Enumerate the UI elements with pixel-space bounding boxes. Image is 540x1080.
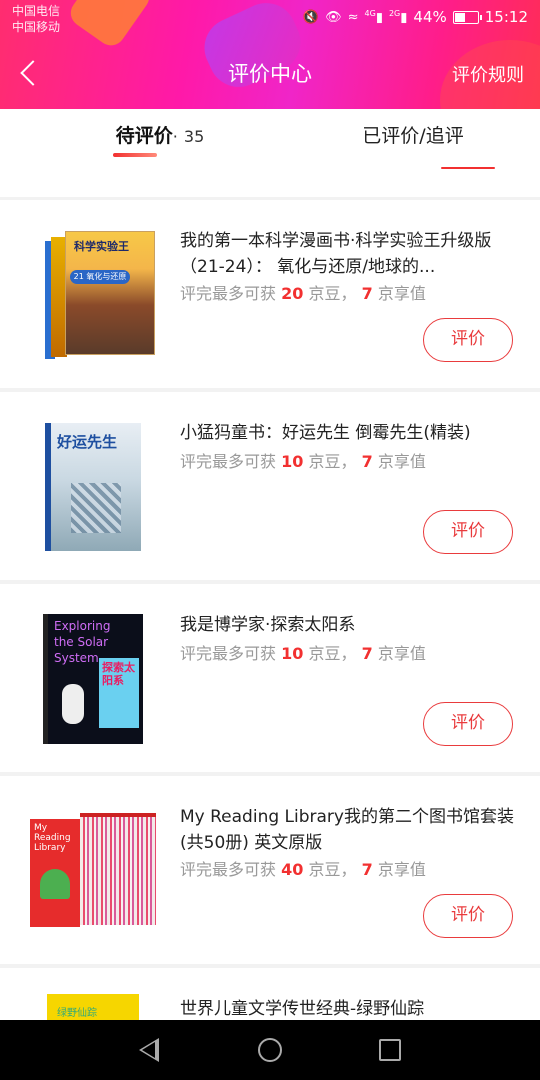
nav-bar: 评价中心 评价规则 bbox=[0, 40, 540, 109]
cover-illustration bbox=[40, 869, 70, 899]
value-unit: 京享值 bbox=[377, 284, 426, 303]
reward-text: 评完最多可获 40 京豆， 7 京享值 bbox=[180, 856, 426, 880]
cover-subtitle: 21 氧化与还原 bbox=[70, 270, 130, 284]
value-count: 7 bbox=[361, 452, 373, 471]
beans-unit: 京豆， bbox=[308, 452, 357, 471]
cover-title: 绿野仙踪 bbox=[57, 1008, 97, 1019]
wifi-icon: ≈ bbox=[347, 9, 359, 25]
tab-pending[interactable]: 待评价· 35 bbox=[60, 109, 260, 197]
tab-active-indicator bbox=[113, 153, 157, 157]
beans-unit: 京豆， bbox=[308, 860, 357, 879]
beans-count: 10 bbox=[281, 644, 304, 663]
value-unit: 京享值 bbox=[377, 644, 426, 663]
signal-icon: 2G▮ bbox=[388, 8, 408, 26]
product-thumbnail[interactable]: Exploring the Solar System 探索太阳系 bbox=[28, 610, 158, 748]
cover-title: 科学实验王 bbox=[74, 240, 129, 253]
header: 中国电信 中国移动 🔇 👁 ≈ 4G▮ 2G▮ 44% 15:12 评价中心 评… bbox=[0, 0, 540, 109]
cover-illustration bbox=[71, 483, 121, 533]
product-thumbnail[interactable]: My Reading Library bbox=[28, 802, 158, 940]
value-count: 7 bbox=[361, 644, 373, 663]
book-spines bbox=[80, 813, 156, 925]
tab-indicator bbox=[441, 167, 495, 169]
beans-count: 40 bbox=[281, 860, 304, 879]
list-item: My Reading Library My Reading Library我的第… bbox=[0, 776, 540, 964]
book-front: My Reading Library bbox=[30, 819, 80, 927]
tab-reviewed[interactable]: 已评价/追评 bbox=[318, 109, 508, 197]
value-unit: 京享值 bbox=[377, 452, 426, 471]
status-icons: 🔇 👁 ≈ 4G▮ 2G▮ 44% 15:12 bbox=[303, 8, 528, 26]
battery-percent: 44% bbox=[413, 8, 447, 26]
review-list: 科学实验王 21 氧化与还原 我的第一本科学漫画书·科学实验王升级版（21-24… bbox=[0, 200, 540, 1080]
review-button[interactable]: 评价 bbox=[423, 510, 513, 554]
reward-prefix: 评完最多可获 bbox=[180, 644, 277, 663]
product-title[interactable]: My Reading Library我的第二个图书馆套装(共50册) 英文原版 bbox=[180, 804, 520, 856]
rules-link[interactable]: 评价规则 bbox=[452, 61, 524, 87]
tab-pending-count: 35 bbox=[183, 127, 205, 146]
battery-icon bbox=[452, 10, 482, 24]
value-unit: 京享值 bbox=[377, 860, 426, 879]
reward-text: 评完最多可获 20 京豆， 7 京享值 bbox=[180, 280, 426, 304]
product-title[interactable]: 我的第一本科学漫画书·科学实验王升级版（21-24）： 氧化与还原/地球的... bbox=[180, 228, 520, 280]
product-title[interactable]: 我是博学家·探索太阳系 bbox=[180, 612, 520, 638]
beans-count: 20 bbox=[281, 284, 304, 303]
beans-unit: 京豆， bbox=[308, 284, 357, 303]
product-title[interactable]: 小猛犸童书：好运先生 倒霉先生(精装) bbox=[180, 420, 520, 446]
value-count: 7 bbox=[361, 860, 373, 879]
tab-separator: · bbox=[172, 127, 178, 146]
review-button[interactable]: 评价 bbox=[423, 894, 513, 938]
tab-reviewed-label: 已评价/追评 bbox=[362, 125, 464, 147]
product-thumbnail[interactable]: 科学实验王 21 氧化与还原 bbox=[28, 226, 158, 364]
review-button[interactable]: 评价 bbox=[423, 318, 513, 362]
reward-prefix: 评完最多可获 bbox=[180, 860, 277, 879]
carrier-info: 中国电信 中国移动 bbox=[12, 3, 60, 35]
tab-pending-text: 待评价· 35 bbox=[60, 121, 260, 148]
tab-bar: 待评价· 35 已评价/追评 bbox=[0, 109, 540, 197]
reward-text: 评完最多可获 10 京豆， 7 京享值 bbox=[180, 640, 426, 664]
review-button[interactable]: 评价 bbox=[423, 702, 513, 746]
battery-fill bbox=[454, 12, 466, 22]
cover-title: My Reading Library bbox=[34, 823, 71, 853]
reward-text: 评完最多可获 10 京豆， 7 京享值 bbox=[180, 448, 426, 472]
clock: 15:12 bbox=[484, 8, 528, 26]
system-home-icon[interactable] bbox=[258, 1038, 282, 1062]
cover-illustration bbox=[62, 684, 84, 724]
list-item: Exploring the Solar System 探索太阳系 我是博学家·探… bbox=[0, 584, 540, 772]
signal-icon: 4G▮ bbox=[364, 8, 383, 26]
list-item: 好运先生 小猛犸童书：好运先生 倒霉先生(精装) 评完最多可获 10 京豆， 7… bbox=[0, 392, 540, 580]
value-count: 7 bbox=[361, 284, 373, 303]
book-cover: My Reading Library bbox=[30, 813, 156, 929]
carrier-1: 中国电信 bbox=[12, 4, 61, 18]
tab-pending-label: 待评价 bbox=[115, 125, 173, 147]
book-cover: Exploring the Solar System 探索太阳系 bbox=[43, 614, 143, 744]
system-back-icon[interactable] bbox=[139, 1038, 163, 1062]
book-cover: 科学实验王 21 氧化与还原 bbox=[43, 231, 155, 359]
reward-prefix: 评完最多可获 bbox=[180, 284, 277, 303]
beans-unit: 京豆， bbox=[308, 644, 357, 663]
cover-subtitle: 探索太阳系 bbox=[99, 658, 139, 728]
status-bar: 中国电信 中国移动 🔇 👁 ≈ 4G▮ 2G▮ 44% 15:12 bbox=[0, 0, 540, 40]
system-recents-icon[interactable] bbox=[379, 1039, 401, 1061]
cover-title: 好运先生 bbox=[57, 433, 118, 451]
eye-icon: 👁 bbox=[325, 9, 342, 25]
product-thumbnail[interactable]: 好运先生 bbox=[28, 418, 158, 556]
beans-count: 10 bbox=[281, 452, 304, 471]
mute-icon: 🔇 bbox=[302, 9, 320, 25]
book-front: 科学实验王 21 氧化与还原 bbox=[65, 231, 155, 355]
carrier-2: 中国移动 bbox=[12, 20, 61, 34]
list-item: 科学实验王 21 氧化与还原 我的第一本科学漫画书·科学实验王升级版（21-24… bbox=[0, 200, 540, 388]
product-title[interactable]: 世界儿童文学传世经典-绿野仙踪 bbox=[180, 996, 520, 1022]
book-cover: 好运先生 bbox=[45, 423, 141, 551]
reward-prefix: 评完最多可获 bbox=[180, 452, 277, 471]
system-nav-bar bbox=[0, 1020, 540, 1080]
